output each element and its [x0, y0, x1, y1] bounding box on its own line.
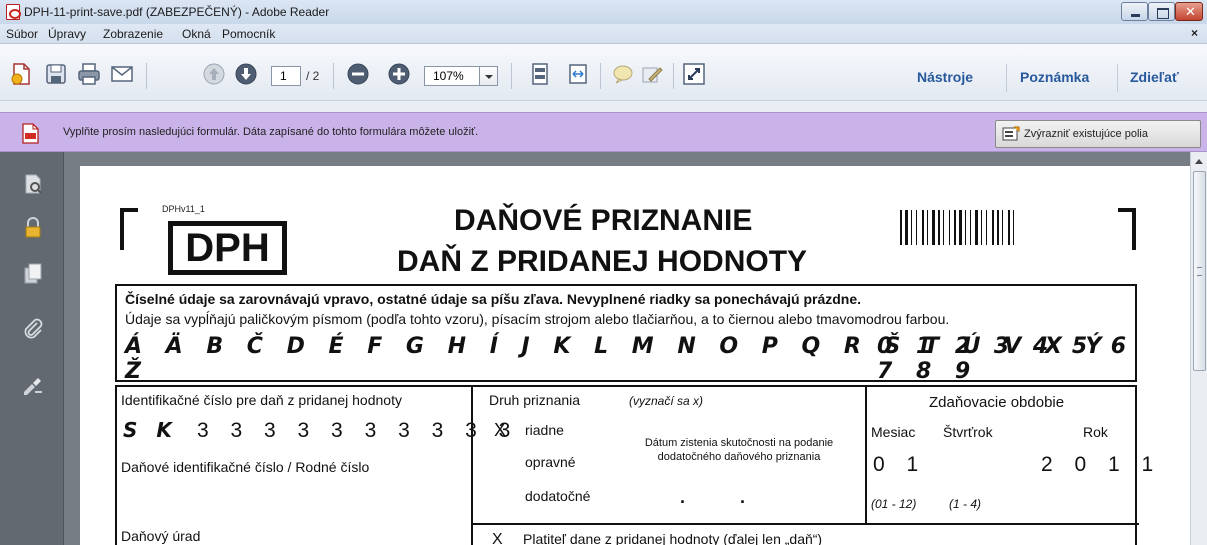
toolbar-separator [1006, 64, 1007, 92]
toolbar-separator [1117, 64, 1118, 92]
adobe-reader-app-icon [6, 4, 21, 20]
return-type-hint: (vyznačí sa x) [629, 394, 704, 408]
year-value[interactable]: 2 0 1 1 [1041, 453, 1161, 477]
vertical-scrollbar[interactable] [1190, 152, 1207, 545]
payer-checkbox[interactable]: X [492, 531, 503, 545]
share-link[interactable]: Zdieľať [1130, 69, 1179, 85]
toolbar-separator [333, 63, 334, 89]
corner-mark-right [1118, 208, 1136, 250]
instructions-bold: Číselné údaje sa zarovnávajú vpravo, ost… [125, 291, 862, 307]
menu-bar: Súbor Úpravy Zobrazenie Okná Pomocník × [0, 24, 1207, 44]
form-title-line2: DAŇ Z PRIDANEJ HODNOTY [397, 245, 808, 278]
form-code: DPHv11_1 [162, 204, 205, 214]
page-thumbnails-icon[interactable] [21, 172, 45, 196]
save-icon[interactable] [44, 62, 68, 86]
create-pdf-icon[interactable] [9, 62, 33, 86]
menu-edit[interactable]: Úpravy [48, 27, 86, 41]
type-additional-label: dodatočné [525, 488, 591, 504]
month-range-hint: (01 - 12) [871, 497, 917, 511]
instructions-text: Údaje sa vypĺňajú paličkovým písmom (pod… [125, 311, 950, 327]
tax-id-label: Daňové identifikačné číslo / Rodné číslo [121, 459, 370, 475]
barcode-image [900, 210, 1014, 245]
year-label: Rok [1083, 424, 1108, 440]
instructions-box: Číselné údaje sa zarovnávajú vpravo, ost… [115, 284, 1137, 384]
scrollbar-thumb[interactable] [1193, 171, 1206, 371]
next-page-icon[interactable] [234, 62, 258, 86]
menu-view[interactable]: Zobrazenie [103, 27, 163, 41]
comment-link[interactable]: Poznámka [1020, 69, 1089, 85]
type-corrective-label: opravné [525, 454, 576, 470]
form-title-line1: DAŇOVÉ PRIZNANIE [454, 204, 753, 237]
month-label: Mesiac [871, 424, 916, 440]
fit-page-icon[interactable] [528, 62, 552, 86]
vat-id-value[interactable]: 3 3 3 3 3 3 3 3 3 3 [197, 419, 518, 443]
grid-divider [865, 387, 867, 524]
zoom-level-input[interactable]: 107% [424, 66, 480, 86]
month-value[interactable]: 0 1 [873, 453, 926, 477]
tools-link[interactable]: Nástroje [917, 69, 973, 85]
close-window-button[interactable]: ✕ [1175, 2, 1203, 21]
menu-help[interactable]: Pomocník [222, 27, 275, 41]
attachments-icon[interactable] [21, 317, 45, 341]
window-title: DPH-11-print-save.pdf (ZABEZPEČENÝ) - Ad… [24, 5, 330, 19]
menu-window[interactable]: Okná [182, 27, 211, 41]
form-notification-bar: Vyplňte prosím nasledujúci formulár. Dát… [0, 112, 1207, 152]
navigation-panel [0, 152, 64, 545]
maximize-button[interactable] [1148, 2, 1175, 21]
highlight-fields-icon [1002, 126, 1020, 142]
quarter-range-hint: (1 - 4) [949, 497, 982, 511]
previous-page-icon[interactable] [202, 62, 226, 86]
vat-id-label: Identifikačné číslo pre daň z pridanej h… [121, 392, 402, 408]
payer-label: Platiteľ dane z pridanej hodnoty (ďalej … [523, 531, 823, 545]
header-fields-grid: Identifikačné číslo pre daň z pridanej h… [115, 385, 1153, 545]
highlight-fields-label: Zvýrazniť existujúce polia [1024, 128, 1148, 140]
tax-office-label: Daňový úrad [121, 528, 201, 544]
security-lock-icon[interactable] [21, 216, 45, 240]
vat-id-prefix[interactable]: S K [123, 418, 178, 442]
scroll-up-arrow-icon[interactable] [1195, 159, 1203, 164]
page-number-input[interactable]: 1 [271, 66, 301, 86]
discovery-date-label: Dátum zistenia skutočnosti na podanie do… [644, 437, 834, 463]
page-total: / 2 [306, 69, 320, 83]
document-view[interactable]: DPHv11_1 DPH DAŇOVÉ PRIZNANIE DAŇ Z PRID… [64, 152, 1190, 545]
pages-icon[interactable] [21, 262, 45, 286]
email-icon[interactable] [110, 62, 134, 86]
print-icon[interactable] [77, 62, 101, 86]
form-document-icon [22, 123, 39, 144]
toolbar-separator [600, 63, 601, 89]
sample-digits: 0 1 2 3 4 5 6 7 8 9 [877, 334, 1135, 384]
toolbar-separator [146, 63, 147, 89]
riadne-checkbox[interactable]: X [494, 420, 506, 441]
corner-mark-left [120, 208, 138, 250]
highlight-fields-button[interactable]: Zvýrazniť existujúce polia [995, 120, 1201, 148]
zoom-dropdown-button[interactable] [480, 66, 498, 86]
zoom-in-icon[interactable] [387, 62, 411, 86]
close-icon: ✕ [1185, 4, 1196, 19]
form-message: Vyplňte prosím nasledujúci formulár. Dát… [63, 126, 479, 138]
full-screen-icon[interactable] [682, 62, 706, 86]
minimize-button[interactable] [1121, 2, 1148, 21]
toolbar-separator [673, 63, 674, 89]
discovery-date-field[interactable]: . . [680, 487, 745, 508]
type-regular-label: riadne [525, 422, 564, 438]
zoom-out-icon[interactable] [346, 62, 370, 86]
grid-divider [471, 523, 1139, 525]
return-type-label: Druh priznania [489, 392, 581, 408]
main-toolbar: 1 / 2 107% Nástroje Poznámka Zdieľať [0, 44, 1207, 101]
comment-icon[interactable] [611, 62, 635, 86]
dph-logo: DPH [168, 221, 287, 275]
signatures-icon[interactable] [21, 374, 45, 398]
sign-icon[interactable] [640, 62, 664, 86]
quarter-label: Štvrťrok [943, 424, 993, 440]
grid-divider [471, 387, 473, 545]
window-title-bar: DPH-11-print-save.pdf (ZABEZPEČENÝ) - Ad… [0, 0, 1207, 24]
close-document-button[interactable]: × [1191, 26, 1198, 40]
toolbar-separator [511, 63, 512, 89]
fit-width-icon[interactable] [566, 62, 590, 86]
menu-file[interactable]: Súbor [6, 27, 38, 41]
period-label: Zdaňovacie obdobie [929, 394, 1065, 411]
pdf-page: DPHv11_1 DPH DAŇOVÉ PRIZNANIE DAŇ Z PRID… [80, 166, 1190, 545]
